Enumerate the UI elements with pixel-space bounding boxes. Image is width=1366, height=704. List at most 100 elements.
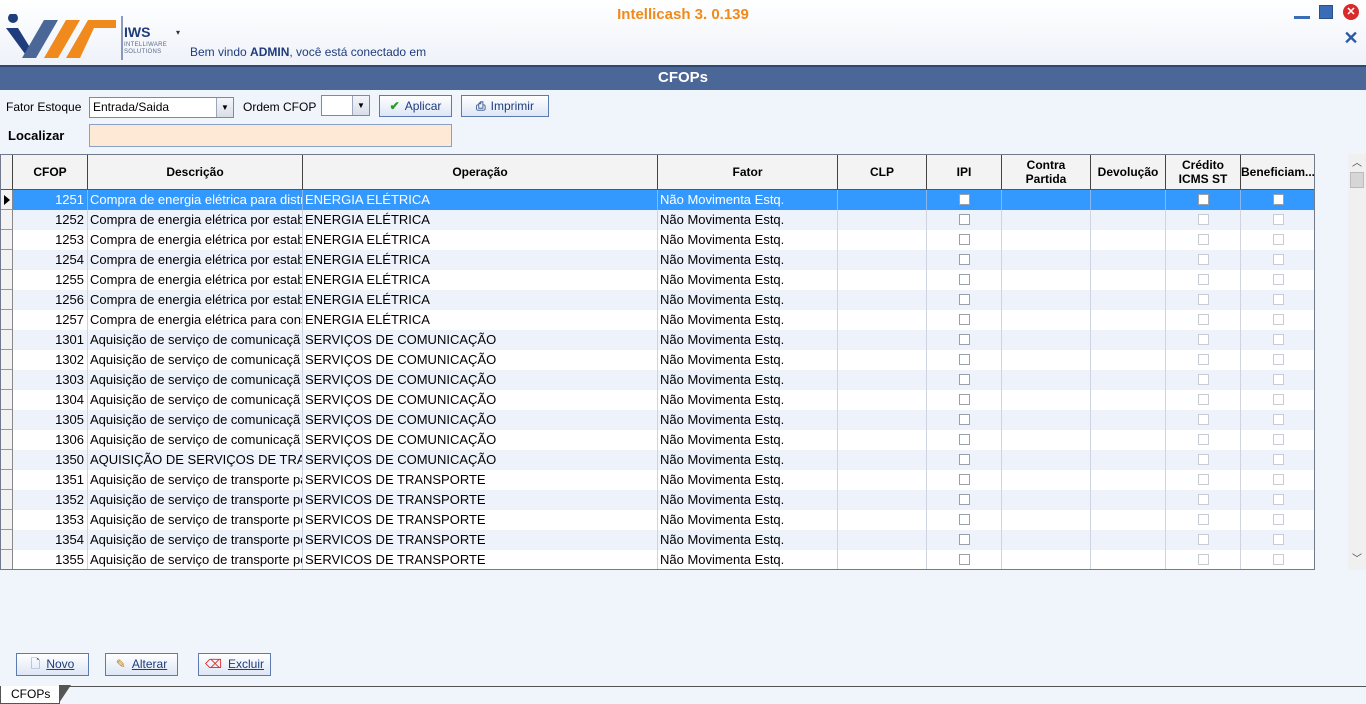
row-indicator[interactable] [1,330,13,350]
cell-cfop[interactable]: 1301 [13,330,88,350]
cell-checkbox[interactable] [927,230,1002,250]
checkbox[interactable] [1273,294,1284,305]
checkbox[interactable] [1198,274,1209,285]
table-row[interactable]: 1352 Aquisição de serviço de transporte p… [1,490,1314,510]
cell-empty[interactable] [838,430,927,450]
cell-empty[interactable] [1002,410,1091,430]
cell-empty[interactable] [1091,470,1166,490]
cell-desc[interactable]: Aquisição de serviço de comunicaçã [88,430,303,450]
cell-checkbox[interactable] [1166,290,1241,310]
cell-checkbox[interactable] [1241,290,1314,310]
close-app-icon[interactable]: ✕ [1343,4,1359,20]
cell-empty[interactable] [1091,510,1166,530]
cell-cfop[interactable]: 1303 [13,370,88,390]
cell-cfop[interactable]: 1352 [13,490,88,510]
cell-empty[interactable] [1091,410,1166,430]
checkbox[interactable] [1198,374,1209,385]
row-indicator[interactable] [1,370,13,390]
header-ipi[interactable]: IPI [927,155,1002,189]
cell-fator[interactable]: Não Movimenta Estq. [658,190,838,210]
cell-fator[interactable]: Não Movimenta Estq. [658,310,838,330]
table-row[interactable]: 1257 Compra de energia elétrica para cons… [1,310,1314,330]
cell-empty[interactable] [1091,550,1166,569]
cell-op[interactable]: SERVICOS DE TRANSPORTE [303,510,658,530]
cell-checkbox[interactable] [927,490,1002,510]
checkbox[interactable] [1273,474,1284,485]
header-clp[interactable]: CLP [838,155,927,189]
row-indicator[interactable] [1,430,13,450]
cell-empty[interactable] [1002,330,1091,350]
cell-checkbox[interactable] [1241,410,1314,430]
cell-empty[interactable] [1091,530,1166,550]
cell-checkbox[interactable] [1166,430,1241,450]
cell-empty[interactable] [838,370,927,390]
cell-empty[interactable] [1002,370,1091,390]
row-indicator[interactable] [1,230,13,250]
cell-checkbox[interactable] [927,270,1002,290]
cell-checkbox[interactable] [1241,530,1314,550]
checkbox[interactable] [959,474,970,485]
cell-empty[interactable] [1091,450,1166,470]
checkbox[interactable] [959,514,970,525]
cell-empty[interactable] [1002,510,1091,530]
cell-empty[interactable] [1091,430,1166,450]
table-row[interactable]: 1302 Aquisição de serviço de comunicaçã SE… [1,350,1314,370]
checkbox[interactable] [959,294,970,305]
cell-fator[interactable]: Não Movimenta Estq. [658,250,838,270]
cell-checkbox[interactable] [927,330,1002,350]
cell-fator[interactable]: Não Movimenta Estq. [658,210,838,230]
cell-checkbox[interactable] [927,550,1002,569]
cell-checkbox[interactable] [1241,490,1314,510]
table-row[interactable]: 1306 Aquisição de serviço de comunicaçã SE… [1,430,1314,450]
cell-checkbox[interactable] [1166,230,1241,250]
cell-empty[interactable] [1002,310,1091,330]
cell-empty[interactable] [838,530,927,550]
table-row[interactable]: 1251 Compra de energia elétrica para dist… [1,190,1314,210]
cell-empty[interactable] [1091,230,1166,250]
checkbox[interactable] [1198,434,1209,445]
checkbox[interactable] [1198,314,1209,325]
cell-empty[interactable] [838,250,927,270]
cell-empty[interactable] [1002,230,1091,250]
cell-fator[interactable]: Não Movimenta Estq. [658,390,838,410]
row-indicator[interactable] [1,270,13,290]
cell-checkbox[interactable] [927,430,1002,450]
cell-empty[interactable] [838,550,927,569]
minimize-icon[interactable] [1294,5,1310,19]
cell-checkbox[interactable] [1166,550,1241,569]
cell-fator[interactable]: Não Movimenta Estq. [658,350,838,370]
row-indicator[interactable] [1,210,13,230]
cell-checkbox[interactable] [927,450,1002,470]
checkbox[interactable] [1198,514,1209,525]
cell-cfop[interactable]: 1257 [13,310,88,330]
cell-checkbox[interactable] [1166,390,1241,410]
cell-empty[interactable] [1002,490,1091,510]
checkbox[interactable] [1273,214,1284,225]
cell-fator[interactable]: Não Movimenta Estq. [658,410,838,430]
ordem-select[interactable]: ▼ [321,95,370,116]
cell-checkbox[interactable] [1241,390,1314,410]
checkbox[interactable] [1273,514,1284,525]
cell-empty[interactable] [1091,350,1166,370]
cell-desc[interactable]: Compra de energia elétrica para cons [88,310,303,330]
checkbox[interactable] [1198,534,1209,545]
cell-fator[interactable]: Não Movimenta Estq. [658,330,838,350]
checkbox[interactable] [1273,494,1284,505]
cell-op[interactable]: ENERGIA ELÉTRICA [303,230,658,250]
row-indicator[interactable] [1,410,13,430]
header-devolucao[interactable]: Devolução [1091,155,1166,189]
checkbox[interactable] [959,314,970,325]
header-beneficiamento[interactable]: Beneficiam... [1241,155,1314,189]
cell-desc[interactable]: Compra de energia elétrica por estab [88,250,303,270]
checkbox[interactable] [1198,294,1209,305]
cell-checkbox[interactable] [1166,310,1241,330]
table-row[interactable]: 1303 Aquisição de serviço de comunicaçã SE… [1,370,1314,390]
cell-empty[interactable] [1091,390,1166,410]
checkbox[interactable] [959,334,970,345]
logo-dropdown-icon[interactable]: ▾ [176,28,180,37]
checkbox[interactable] [959,194,970,205]
checkbox[interactable] [1273,454,1284,465]
cell-desc[interactable]: Aquisição de serviço de comunicaçã [88,390,303,410]
cell-empty[interactable] [1091,310,1166,330]
checkbox[interactable] [1198,414,1209,425]
